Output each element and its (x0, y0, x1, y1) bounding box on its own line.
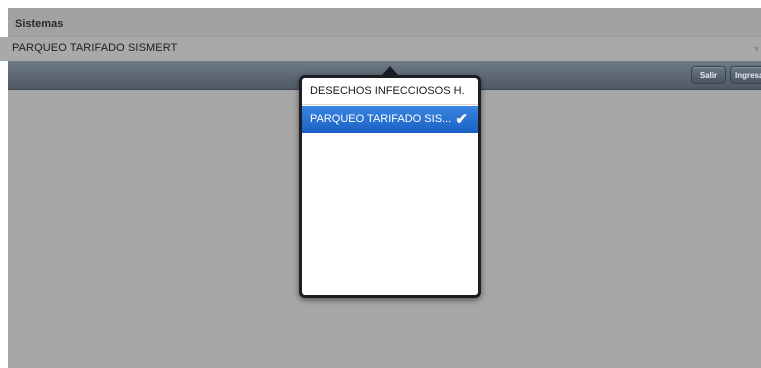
select-popover: DESECHOS INFECCIOSOS H. PARQUEO TARIFADO… (299, 75, 481, 298)
option-parqueo[interactable]: PARQUEO TARIFADO SIS... ✔ (302, 106, 478, 133)
option-label: PARQUEO TARIFADO SIS... (310, 113, 452, 125)
section-title: Sistemas (15, 18, 64, 30)
checkmark-icon: ✔ (455, 111, 468, 128)
sistema-select[interactable]: PARQUEO TARIFADO SISMERT ▼ (0, 37, 761, 61)
option-desechos[interactable]: DESECHOS INFECCIOSOS H. (302, 78, 478, 105)
chevron-down-icon: ▼ (752, 44, 761, 54)
section-header: Sistemas (8, 8, 761, 37)
ingresar-button[interactable]: Ingresar (730, 66, 761, 84)
salir-button[interactable]: Salir (691, 66, 726, 84)
option-label: DESECHOS INFECCIOSOS H. (310, 85, 465, 97)
select-value: PARQUEO TARIFADO SISMERT (12, 42, 178, 54)
popover-list: DESECHOS INFECCIOSOS H. PARQUEO TARIFADO… (302, 78, 478, 295)
